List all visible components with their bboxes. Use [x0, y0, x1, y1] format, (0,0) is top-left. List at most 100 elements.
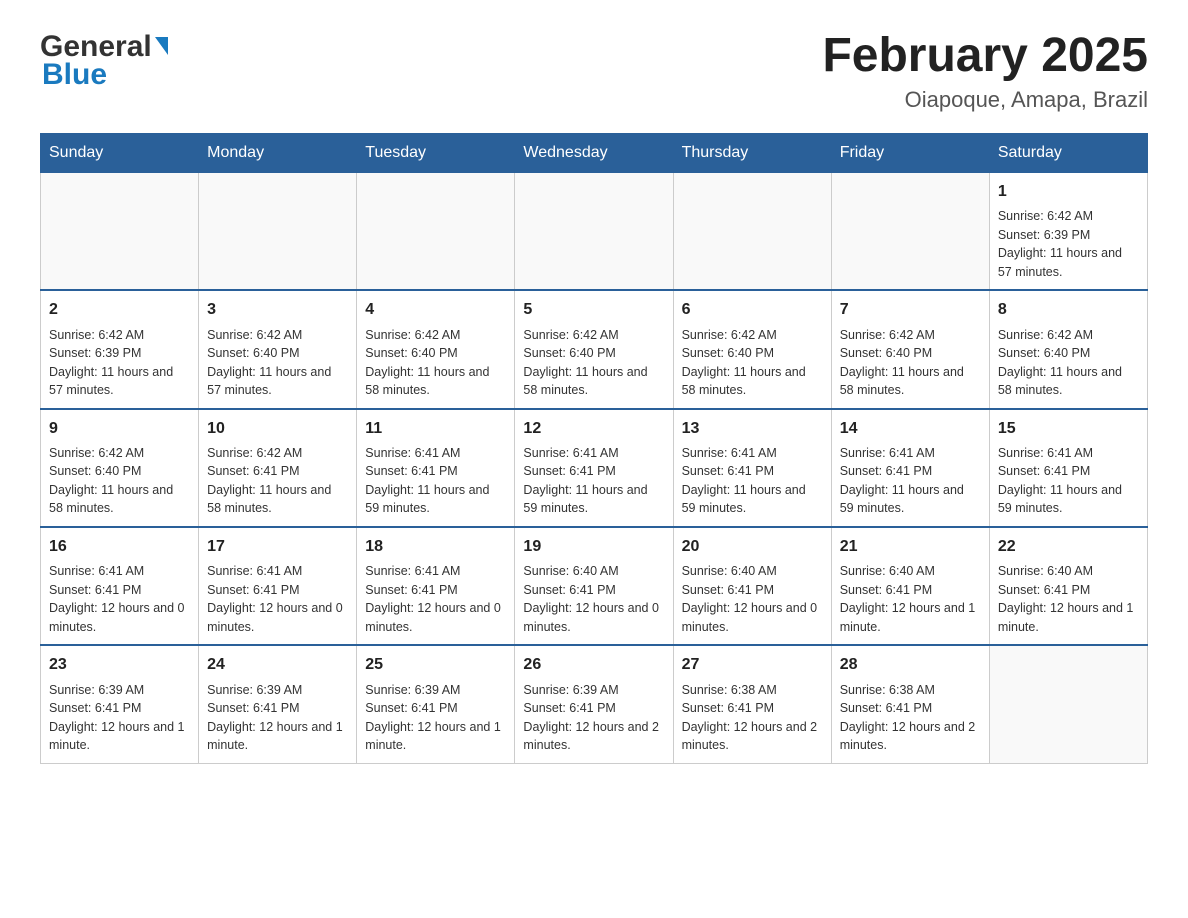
calendar-cell: 2 Sunrise: 6:42 AM Sunset: 6:39 PM Daylig… [41, 290, 199, 408]
day-number: 17 [207, 536, 348, 558]
day-number: 24 [207, 654, 348, 676]
day-info: Sunrise: 6:42 AM Sunset: 6:40 PM Dayligh… [682, 328, 806, 398]
day-info: Sunrise: 6:42 AM Sunset: 6:40 PM Dayligh… [523, 328, 647, 398]
page-subtitle: Oiapoque, Amapa, Brazil [822, 87, 1148, 113]
day-info: Sunrise: 6:42 AM Sunset: 6:39 PM Dayligh… [49, 328, 173, 398]
calendar-header: SundayMondayTuesdayWednesdayThursdayFrid… [41, 133, 1148, 172]
calendar-cell: 17 Sunrise: 6:41 AM Sunset: 6:41 PM Dayli… [199, 527, 357, 645]
weekday-sunday: Sunday [41, 133, 199, 172]
day-number: 15 [998, 418, 1139, 440]
page-title: February 2025 [822, 30, 1148, 83]
weekday-friday: Friday [831, 133, 989, 172]
day-number: 22 [998, 536, 1139, 558]
day-info: Sunrise: 6:39 AM Sunset: 6:41 PM Dayligh… [207, 683, 343, 753]
logo-blue-text: Blue [42, 58, 107, 92]
day-info: Sunrise: 6:42 AM Sunset: 6:40 PM Dayligh… [207, 328, 331, 398]
day-info: Sunrise: 6:41 AM Sunset: 6:41 PM Dayligh… [49, 564, 185, 634]
weekday-header-row: SundayMondayTuesdayWednesdayThursdayFrid… [41, 133, 1148, 172]
calendar-cell: 15Sunrise: 6:41 AM Sunset: 6:41 PM Dayli… [989, 409, 1147, 527]
day-number: 20 [682, 536, 823, 558]
calendar-cell [989, 645, 1147, 763]
day-number: 3 [207, 299, 348, 321]
weekday-wednesday: Wednesday [515, 133, 673, 172]
calendar-cell: 20 Sunrise: 6:40 AM Sunset: 6:41 PM Dayli… [673, 527, 831, 645]
day-info: Sunrise: 6:42 AM Sunset: 6:40 PM Dayligh… [998, 328, 1122, 398]
day-info: Sunrise: 6:40 AM Sunset: 6:41 PM Dayligh… [682, 564, 818, 634]
calendar-cell: 21 Sunrise: 6:40 AM Sunset: 6:41 PM Dayli… [831, 527, 989, 645]
calendar-cell: 1 Sunrise: 6:42 AM Sunset: 6:39 PM Daylig… [989, 172, 1147, 290]
page-header: General Blue February 2025 Oiapoque, Ama… [40, 30, 1148, 113]
day-number: 11 [365, 418, 506, 440]
calendar-cell: 16Sunrise: 6:41 AM Sunset: 6:41 PM Dayli… [41, 527, 199, 645]
day-number: 6 [682, 299, 823, 321]
calendar-cell: 24 Sunrise: 6:39 AM Sunset: 6:41 PM Dayli… [199, 645, 357, 763]
day-info: Sunrise: 6:40 AM Sunset: 6:41 PM Dayligh… [998, 564, 1134, 634]
day-number: 18 [365, 536, 506, 558]
day-info: Sunrise: 6:41 AM Sunset: 6:41 PM Dayligh… [840, 446, 964, 516]
day-number: 13 [682, 418, 823, 440]
calendar-cell: 28 Sunrise: 6:38 AM Sunset: 6:41 PM Dayli… [831, 645, 989, 763]
day-info: Sunrise: 6:42 AM Sunset: 6:40 PM Dayligh… [365, 328, 489, 398]
title-block: February 2025 Oiapoque, Amapa, Brazil [822, 30, 1148, 113]
calendar-cell: 5 Sunrise: 6:42 AM Sunset: 6:40 PM Daylig… [515, 290, 673, 408]
week-row-1: 1 Sunrise: 6:42 AM Sunset: 6:39 PM Daylig… [41, 172, 1148, 290]
calendar-cell: 6 Sunrise: 6:42 AM Sunset: 6:40 PM Daylig… [673, 290, 831, 408]
day-info: Sunrise: 6:42 AM Sunset: 6:39 PM Dayligh… [998, 209, 1122, 279]
calendar-cell [831, 172, 989, 290]
calendar-cell: 22 Sunrise: 6:40 AM Sunset: 6:41 PM Dayli… [989, 527, 1147, 645]
calendar-cell: 10Sunrise: 6:42 AM Sunset: 6:41 PM Dayli… [199, 409, 357, 527]
day-info: Sunrise: 6:40 AM Sunset: 6:41 PM Dayligh… [840, 564, 976, 634]
day-info: Sunrise: 6:42 AM Sunset: 6:40 PM Dayligh… [49, 446, 173, 516]
calendar-cell: 23 Sunrise: 6:39 AM Sunset: 6:41 PM Dayli… [41, 645, 199, 763]
calendar-cell: 4 Sunrise: 6:42 AM Sunset: 6:40 PM Daylig… [357, 290, 515, 408]
day-number: 2 [49, 299, 190, 321]
day-info: Sunrise: 6:39 AM Sunset: 6:41 PM Dayligh… [523, 683, 659, 753]
day-info: Sunrise: 6:41 AM Sunset: 6:41 PM Dayligh… [682, 446, 806, 516]
calendar-body: 1 Sunrise: 6:42 AM Sunset: 6:39 PM Daylig… [41, 172, 1148, 763]
calendar-cell: 27Sunrise: 6:38 AM Sunset: 6:41 PM Dayli… [673, 645, 831, 763]
day-info: Sunrise: 6:41 AM Sunset: 6:41 PM Dayligh… [207, 564, 343, 634]
day-number: 1 [998, 181, 1139, 203]
day-info: Sunrise: 6:41 AM Sunset: 6:41 PM Dayligh… [523, 446, 647, 516]
calendar-cell: 18 Sunrise: 6:41 AM Sunset: 6:41 PM Dayli… [357, 527, 515, 645]
calendar-cell: 7 Sunrise: 6:42 AM Sunset: 6:40 PM Daylig… [831, 290, 989, 408]
day-number: 21 [840, 536, 981, 558]
calendar-cell [673, 172, 831, 290]
day-info: Sunrise: 6:42 AM Sunset: 6:40 PM Dayligh… [840, 328, 964, 398]
week-row-3: 9 Sunrise: 6:42 AM Sunset: 6:40 PM Daylig… [41, 409, 1148, 527]
calendar-cell: 9 Sunrise: 6:42 AM Sunset: 6:40 PM Daylig… [41, 409, 199, 527]
day-number: 10 [207, 418, 348, 440]
day-number: 25 [365, 654, 506, 676]
calendar-cell: 26 Sunrise: 6:39 AM Sunset: 6:41 PM Dayli… [515, 645, 673, 763]
day-number: 28 [840, 654, 981, 676]
weekday-monday: Monday [199, 133, 357, 172]
day-number: 5 [523, 299, 664, 321]
day-number: 26 [523, 654, 664, 676]
day-info: Sunrise: 6:41 AM Sunset: 6:41 PM Dayligh… [365, 564, 501, 634]
calendar-cell [357, 172, 515, 290]
day-number: 4 [365, 299, 506, 321]
calendar-cell: 12 Sunrise: 6:41 AM Sunset: 6:41 PM Dayli… [515, 409, 673, 527]
week-row-2: 2 Sunrise: 6:42 AM Sunset: 6:39 PM Daylig… [41, 290, 1148, 408]
day-number: 23 [49, 654, 190, 676]
calendar-cell: 19Sunrise: 6:40 AM Sunset: 6:41 PM Dayli… [515, 527, 673, 645]
logo-arrow-icon [155, 37, 168, 55]
calendar-cell: 11Sunrise: 6:41 AM Sunset: 6:41 PM Dayli… [357, 409, 515, 527]
day-info: Sunrise: 6:39 AM Sunset: 6:41 PM Dayligh… [49, 683, 185, 753]
calendar-cell: 14Sunrise: 6:41 AM Sunset: 6:41 PM Dayli… [831, 409, 989, 527]
calendar-cell: 8 Sunrise: 6:42 AM Sunset: 6:40 PM Daylig… [989, 290, 1147, 408]
day-info: Sunrise: 6:40 AM Sunset: 6:41 PM Dayligh… [523, 564, 659, 634]
day-info: Sunrise: 6:38 AM Sunset: 6:41 PM Dayligh… [682, 683, 818, 753]
weekday-tuesday: Tuesday [357, 133, 515, 172]
day-info: Sunrise: 6:38 AM Sunset: 6:41 PM Dayligh… [840, 683, 976, 753]
day-number: 7 [840, 299, 981, 321]
day-number: 12 [523, 418, 664, 440]
weekday-saturday: Saturday [989, 133, 1147, 172]
calendar-cell: 25Sunrise: 6:39 AM Sunset: 6:41 PM Dayli… [357, 645, 515, 763]
week-row-5: 23 Sunrise: 6:39 AM Sunset: 6:41 PM Dayli… [41, 645, 1148, 763]
calendar-table: SundayMondayTuesdayWednesdayThursdayFrid… [40, 133, 1148, 764]
day-number: 8 [998, 299, 1139, 321]
calendar-cell [515, 172, 673, 290]
weekday-thursday: Thursday [673, 133, 831, 172]
day-number: 9 [49, 418, 190, 440]
